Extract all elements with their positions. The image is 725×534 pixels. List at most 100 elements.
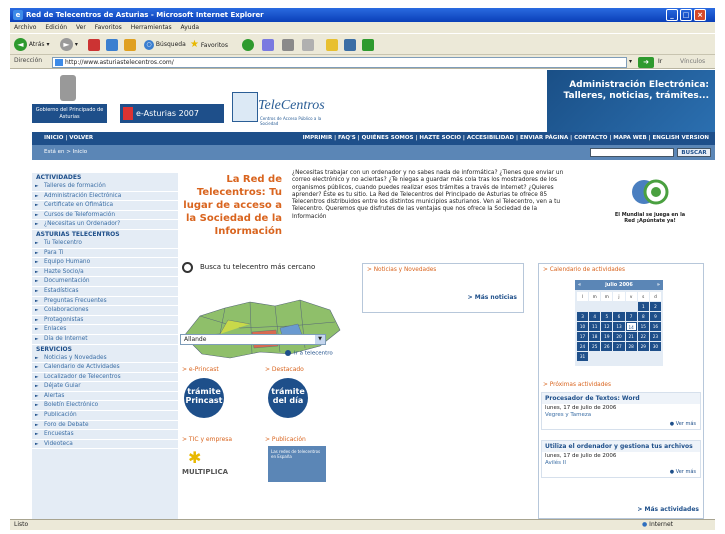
calendar-day[interactable]: 5 [601, 312, 613, 321]
calendar-day[interactable]: 26 [601, 342, 613, 351]
mail-icon[interactable] [262, 39, 274, 51]
sidebar-item-noticias[interactable]: Noticias y Novedades [32, 354, 178, 364]
prev-month-icon[interactable]: « [575, 280, 581, 290]
sidebar-item-para-ti[interactable]: Para Ti [32, 249, 178, 259]
minimize-button[interactable]: _ [666, 9, 678, 21]
sidebar-item-socio[interactable]: Hazte Socio/a [32, 268, 178, 278]
activity-more-link[interactable]: ● Ver más [542, 467, 700, 477]
calendar-day[interactable]: 8 [637, 312, 649, 321]
calendar-day[interactable]: 23 [649, 332, 661, 341]
tic-empresa-heading[interactable]: > TIC y empresa [182, 436, 232, 443]
calendar-day[interactable]: 27 [613, 342, 625, 351]
back-button[interactable]: ◄ Atrás ▾ [14, 38, 49, 52]
sidebar-item-protagonistas[interactable]: Protagonistas [32, 316, 178, 326]
eprincast-heading[interactable]: > e-Princast [182, 366, 219, 373]
go-label[interactable]: Ir [658, 58, 662, 65]
site-search-button[interactable]: BUSCAR [677, 148, 711, 157]
history-icon[interactable] [242, 39, 254, 51]
search-button[interactable]: ○ Búsqueda [144, 38, 186, 52]
sidebar-item-administracion[interactable]: Administración Electrónica [32, 192, 178, 202]
calendar-day[interactable]: 31 [577, 352, 589, 361]
calendar-day[interactable]: 9 [649, 312, 661, 321]
calendar-day[interactable]: 6 [613, 312, 625, 321]
menu-ver[interactable]: Ver [76, 24, 86, 31]
more-news-link[interactable]: > Más noticias [468, 294, 517, 301]
more-activities-link[interactable]: > Más actividades [637, 506, 699, 513]
tramite-princast-banner[interactable]: trámite Princast [184, 378, 224, 418]
e-asturias-logo[interactable]: e-Asturias 2007 [120, 104, 224, 123]
calendar-day[interactable]: 2 [649, 302, 661, 311]
nav-inicio-volver[interactable]: INICIO | VOLVER [44, 132, 93, 145]
sidebar-item-colaboraciones[interactable]: Colaboraciones [32, 306, 178, 316]
gobierno-logo[interactable]: Gobierno del Principado de Asturias [32, 104, 107, 123]
activity-more-link[interactable]: ● Ver más [542, 419, 700, 429]
calendar-day[interactable]: 3 [577, 312, 589, 321]
calendar-day[interactable]: 17 [577, 332, 589, 341]
calendar-title[interactable]: > Calendario de actividades [543, 267, 625, 273]
calendar-day[interactable]: 4 [589, 312, 601, 321]
calendar-day[interactable]: 11 [589, 322, 601, 331]
tramite-dia-banner[interactable]: trámite del día [268, 378, 308, 418]
menu-edicion[interactable]: Edición [45, 24, 67, 31]
calendar-day[interactable]: 20 [613, 332, 625, 341]
links-label[interactable]: Vínculos [680, 58, 705, 65]
municipio-select[interactable]: Allande ▼ [180, 334, 326, 345]
home-icon[interactable] [124, 39, 136, 51]
folder-icon[interactable] [326, 39, 338, 51]
messenger-icon[interactable] [344, 39, 356, 51]
activity-item[interactable]: Procesador de Textos: Word lunes, 17 de … [541, 392, 701, 430]
calendar-day[interactable]: 7 [625, 312, 637, 321]
calendar-day[interactable]: 16 [649, 322, 661, 331]
go-button[interactable]: ➜ [638, 57, 654, 68]
print-icon[interactable] [282, 39, 294, 51]
calendar-day[interactable]: 1 [637, 302, 649, 311]
sidebar-item-documentacion[interactable]: Documentación [32, 277, 178, 287]
publicacion-banner[interactable]: Las redes de telecentros en España [268, 446, 326, 482]
sidebar-item-foro[interactable]: Foro de Debate [32, 421, 178, 431]
go-telecentro-link[interactable]: Ir a telecentro [285, 350, 333, 357]
calendar-day[interactable]: 21 [625, 332, 637, 341]
sidebar-item-tu-telecentro[interactable]: Tu Telecentro [32, 239, 178, 249]
calendar-day[interactable]: 10 [577, 322, 589, 331]
sidebar-item-cursos[interactable]: Cursos de Teleformación [32, 211, 178, 221]
close-button[interactable]: × [694, 9, 706, 21]
destacado-heading[interactable]: > Destacado [265, 366, 304, 373]
edit-icon[interactable] [302, 39, 314, 51]
sidebar-item-enlaces[interactable]: Enlaces [32, 325, 178, 335]
menu-favoritos[interactable]: Favoritos [95, 24, 122, 31]
sidebar-item-estadisticas[interactable]: Estadísticas [32, 287, 178, 297]
sidebar-item-encuestas[interactable]: Encuestas [32, 430, 178, 440]
stop-icon[interactable] [88, 39, 100, 51]
forward-button[interactable]: ► ▾ [60, 38, 78, 52]
multiplica-logo[interactable]: ✱ MULTIPLICA [182, 448, 240, 480]
sidebar-item-ordenador[interactable]: ¿Necesitas un Ordenador? [32, 220, 178, 230]
address-dropdown[interactable]: ▾ [629, 58, 632, 65]
menu-ayuda[interactable]: Ayuda [181, 24, 200, 31]
maximize-button[interactable]: □ [680, 9, 692, 21]
calendar-day[interactable]: 12 [601, 322, 613, 331]
nav-links[interactable]: IMPRIMIR | FAQ'S | QUIÉNES SOMOS | HAZTE… [303, 132, 709, 145]
activity-title[interactable]: Procesador de Textos: Word [542, 393, 700, 404]
address-input[interactable]: http://www.asturiastelecentros.com/ [52, 57, 627, 68]
sidebar-item-equipo[interactable]: Equipo Humano [32, 258, 178, 268]
activity-item[interactable]: Utiliza el ordenador y gestiona tus arch… [541, 440, 701, 478]
sidebar-item-certificate[interactable]: Certificate en Ofimática [32, 201, 178, 211]
calendar-day[interactable]: 22 [637, 332, 649, 341]
calendar-day[interactable]: 18 [589, 332, 601, 341]
admin-electronica-banner[interactable]: Administración Electrónica: Talleres, no… [547, 70, 715, 132]
calendar-day[interactable]: 25 [589, 342, 601, 351]
calendar-day[interactable]: 29 [637, 342, 649, 351]
sidebar-item-videoteca[interactable]: Videoteca [32, 440, 178, 450]
sidebar-item-dia-internet[interactable]: Día de Internet [32, 335, 178, 345]
sidebar-item-preguntas[interactable]: Preguntas Frecuentes [32, 297, 178, 307]
calendar-day[interactable]: 13 [613, 322, 625, 331]
sidebar-item-publicacion[interactable]: Publicación [32, 411, 178, 421]
discuss-icon[interactable] [362, 39, 374, 51]
publicacion-heading[interactable]: > Publicación [265, 436, 306, 443]
news-title[interactable]: > Noticias y Novedades [367, 267, 436, 273]
sidebar-item-calendario[interactable]: Calendario de Actividades [32, 363, 178, 373]
calendar-day[interactable]: 15 [637, 322, 649, 331]
mundial-text[interactable]: El Mundial se juega en la Red ¡Apúntate … [612, 212, 688, 224]
calendar-day[interactable]: 19 [601, 332, 613, 341]
calendar-day[interactable]: 14 [625, 322, 637, 331]
